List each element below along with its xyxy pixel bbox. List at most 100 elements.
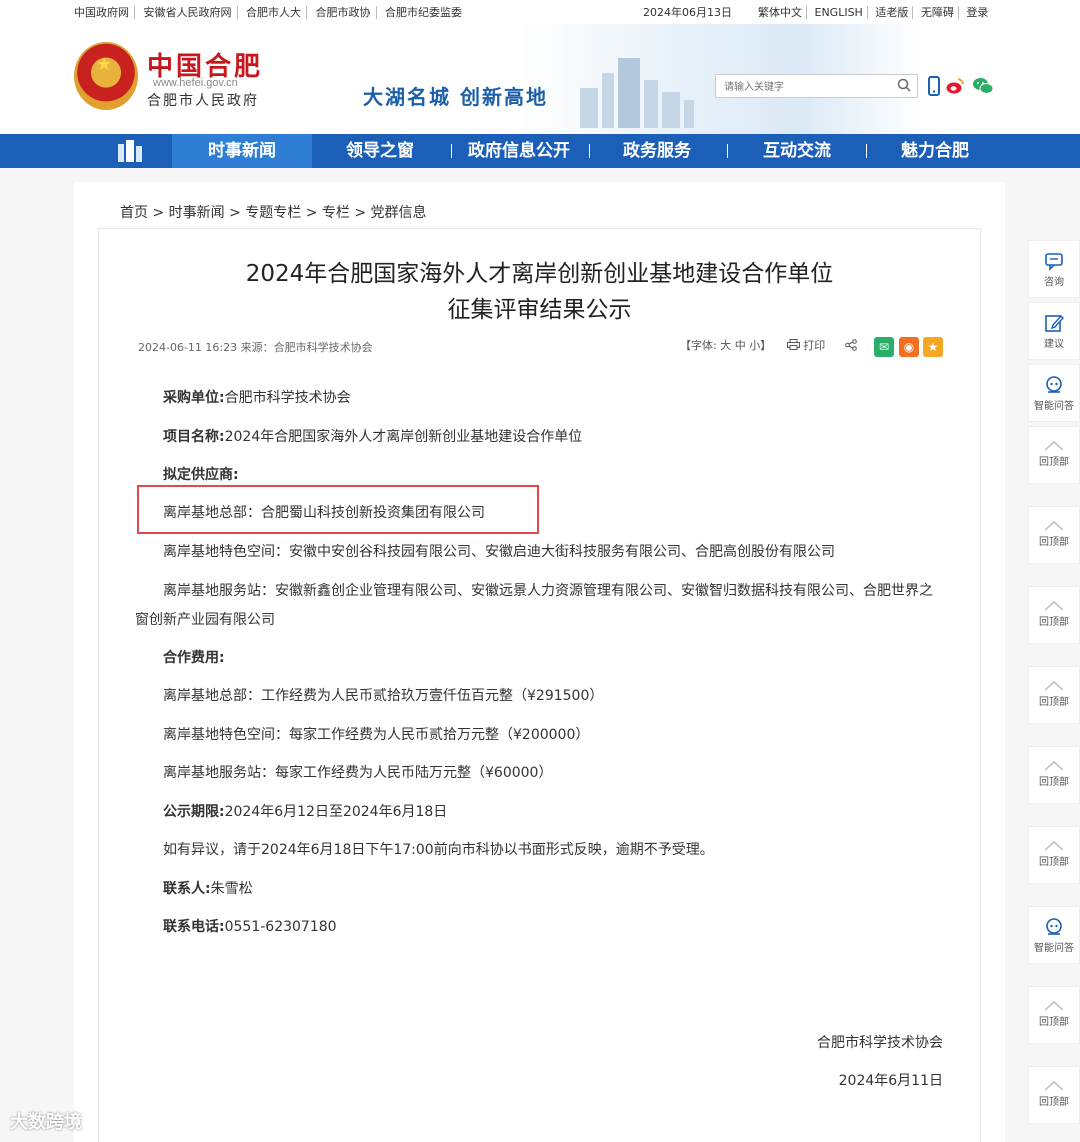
purchaser-line: 采购单位:合肥市科学技术协会 [163,387,351,407]
back-top-label: 回顶部 [1039,777,1069,788]
nav-charm-hefei[interactable]: 魅力合肥 [885,134,985,168]
current-date: 2024年06月13日 [643,6,732,19]
search-icon[interactable] [897,78,911,92]
article-title: 2024年合肥国家海外人才离岸创新创业基地建设合作单位 征集评审结果公示 [98,256,981,328]
sidebar-consult-label: 咨询 [1044,277,1064,288]
sidebar-smart-qa-label: 智能问答 [1034,401,1074,412]
chevron-up-icon [1044,1001,1064,1011]
sidebar-back-top-4[interactable]: 回顶部 [1028,666,1080,724]
top-bar: 中国政府网 安徽省人民政府网 合肥市人大 合肥市政协 合肥市纪委监委 2024年… [0,0,1080,24]
chevron-up-icon [1044,1081,1064,1091]
phone-label: 联系电话: [163,919,225,935]
back-top-label: 回顶部 [1039,457,1069,468]
chat-icon [1045,253,1063,271]
share-favorite-icon[interactable]: ★ [923,337,943,357]
nav-leadership[interactable]: 领导之窗 [330,134,430,168]
article-meta: 2024-06-11 16:23 来源：合肥市科学技术协会 [138,341,373,354]
signature-org: 合肥市科学技术协会 [817,1035,943,1051]
print-label: 打印 [803,339,826,352]
title-line-2: 征集评审结果公示 [447,297,632,323]
chevron-up-icon [1044,681,1064,691]
print-icon [786,339,800,350]
site-org: 合肥市人民政府 [147,93,259,109]
sidebar-back-top-2[interactable]: 回顶部 [1028,506,1080,564]
sidebar-suggest[interactable]: 建议 [1028,302,1080,360]
breadcrumb[interactable]: 首页 > 时事新闻 > 专题专栏 > 专栏 > 党群信息 [120,202,427,222]
sidebar-back-top-5[interactable]: 回顶部 [1028,746,1080,804]
search-input[interactable] [716,76,891,99]
supplier-heading: 拟定供应商: [163,467,239,483]
site-slogan: 大湖名城 创新高地 [363,85,548,109]
mobile-icon[interactable] [924,76,944,96]
chevron-up-icon [1044,521,1064,531]
sidebar-back-top-6[interactable]: 回顶部 [1028,826,1080,884]
english-link[interactable]: ENGLISH [810,6,868,19]
nav-gov-info[interactable]: 政府信息公开 [458,134,580,168]
nav-interaction[interactable]: 互动交流 [747,134,847,168]
back-top-label: 回顶部 [1039,1097,1069,1108]
sidebar-suggest-label: 建议 [1044,339,1064,350]
link-anhui-gov[interactable]: 安徽省人民政府网 [138,6,238,19]
link-hefei-cppcc[interactable]: 合肥市政协 [310,6,377,19]
sidebar-consult[interactable]: 咨询 [1028,240,1080,298]
back-top-label: 回顶部 [1039,857,1069,868]
watermark: 大数跨境 [10,1112,82,1133]
external-links: 中国政府网 安徽省人民政府网 合肥市人大 合肥市政协 合肥市纪委监委 [74,4,467,20]
back-top-label: 回顶部 [1039,617,1069,628]
phone-line: 联系电话:0551-62307180 [163,916,337,936]
fee-heading: 合作费用: [163,650,225,666]
title-line-1: 2024年合肥国家海外人才离岸创新创业基地建设合作单位 [245,261,834,287]
period-value: 2024年6月12日至2024年6月18日 [224,804,448,820]
search-box [715,74,918,99]
phone-value: 0551-62307180 [224,919,337,935]
share-icon[interactable] [844,339,857,351]
login-link[interactable]: 登录 [962,6,992,19]
sidebar-back-top-3[interactable]: 回顶部 [1028,586,1080,644]
site-options: 繁体中文 ENGLISH 适老版 无障碍 登录 [754,4,992,20]
home-building-icon[interactable] [114,140,146,162]
link-hefei-discipline[interactable]: 合肥市纪委监委 [380,6,467,19]
sidebar-smart-qa-2[interactable]: 智能问答 [1028,906,1080,964]
main-nav: 时事新闻 领导之窗 政府信息公开 政务服务 互动交流 魅力合肥 [0,134,1080,168]
contact-line: 联系人:朱雪松 [163,878,253,898]
nav-gov-services[interactable]: 政务服务 [607,134,707,168]
project-line: 项目名称:2024年合肥国家海外人才离岸创新创业基地建设合作单位 [163,426,582,446]
share-weibo-icon[interactable]: ◉ [899,337,919,357]
font-size-control[interactable]: 【字体: 大 中 小】 [680,339,771,352]
supplier-service-station: 离岸基地服务站：安徽新鑫创企业管理有限公司、安徽远景人力资源管理有限公司、安徽智… [135,583,933,628]
share-wechat-icon[interactable]: ✉ [874,337,894,357]
highlight-box [137,485,539,534]
traditional-chinese-link[interactable]: 繁体中文 [754,6,807,19]
sidebar-smart-qa[interactable]: 智能问答 [1028,364,1080,422]
contact-value: 朱雪松 [210,881,253,897]
back-top-label: 回顶部 [1039,697,1069,708]
chevron-up-icon [1044,841,1064,851]
contact-label: 联系人: [163,881,211,897]
sidebar-back-top-8[interactable]: 回顶部 [1028,1066,1080,1124]
link-hefei-npc[interactable]: 合肥市人大 [241,6,307,19]
objection-notice: 如有异议，请于2024年6月18日下午17:00前向市科协以书面形式反映，逾期不… [163,842,714,858]
wechat-icon[interactable] [972,76,994,96]
site-url: www.hefei.gov.cn [153,77,238,89]
elderly-mode-link[interactable]: 适老版 [871,6,914,19]
site-header: ★ 中国合肥 www.hefei.gov.cn 合肥市人民政府 大湖名城 创新高… [0,24,1080,134]
period-line: 公示期限:2024年6月12日至2024年6月18日 [163,801,447,821]
print-button[interactable]: 打印 [786,339,829,352]
nav-current-news[interactable]: 时事新闻 [172,134,312,168]
back-top-label: 回顶部 [1039,537,1069,548]
robot-icon [1046,376,1062,393]
link-gov-cn[interactable]: 中国政府网 [74,6,135,19]
accessibility-link[interactable]: 无障碍 [916,6,959,19]
project-label: 项目名称: [163,429,225,445]
weibo-icon[interactable] [945,76,965,96]
signature-date: 2024年6月11日 [838,1073,943,1089]
edit-icon [1045,314,1064,332]
purchaser-label: 采购单位: [163,390,225,406]
sidebar-back-top-1[interactable]: 回顶部 [1028,426,1080,484]
period-label: 公示期限: [163,804,225,820]
sidebar-smart-qa-label: 智能问答 [1034,943,1074,954]
article-tools: 【字体: 大 中 小】 打印 [680,337,857,353]
fee-feature-space: 离岸基地特色空间：每家工作经费为人民币贰拾万元整（¥200000） [163,727,590,743]
sidebar-back-top-7[interactable]: 回顶部 [1028,986,1080,1044]
purchaser-value: 合肥市科学技术协会 [224,390,351,406]
